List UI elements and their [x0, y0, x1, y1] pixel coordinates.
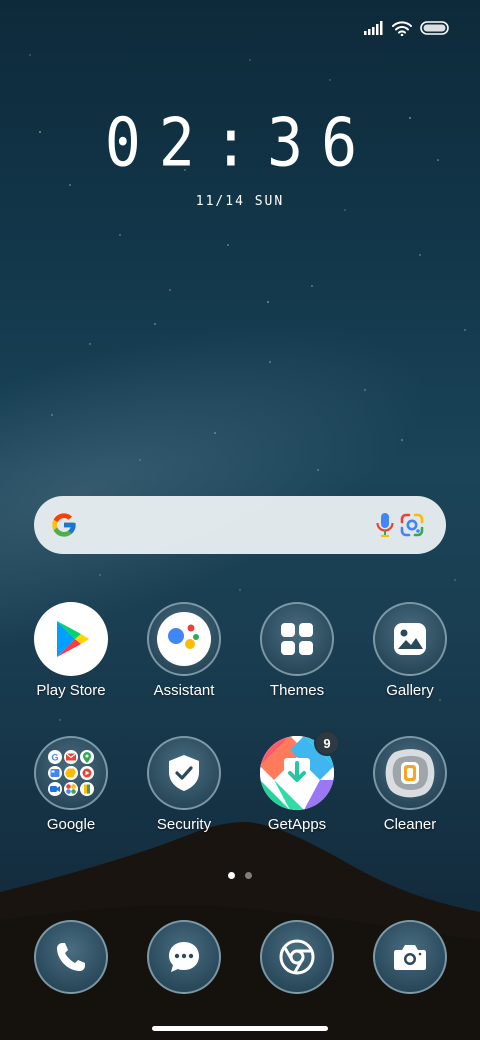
notification-badge: 9 [314, 730, 340, 756]
dock-messages[interactable] [147, 920, 223, 996]
app-assistant[interactable]: Assistant [136, 602, 232, 699]
home-indicator[interactable] [152, 1026, 328, 1031]
message-icon [147, 920, 221, 994]
play-store-icon [34, 602, 108, 676]
dock-chrome[interactable] [260, 920, 336, 996]
svg-text:G: G [51, 753, 58, 763]
google-lens-icon[interactable] [398, 511, 426, 544]
google-g-icon [50, 511, 78, 544]
app-gallery[interactable]: Gallery [362, 602, 458, 699]
page-dot-2[interactable] [245, 872, 252, 879]
chrome-icon [260, 920, 334, 994]
signal-icon [364, 21, 384, 35]
getapps-icon: 9 [260, 730, 340, 810]
wifi-icon [392, 20, 412, 36]
status-bar [364, 14, 450, 42]
assistant-icon [147, 602, 221, 676]
app-themes[interactable]: Themes [249, 602, 345, 699]
camera-icon [373, 920, 447, 994]
google-folder-icon: G [34, 736, 108, 810]
battery-icon [420, 21, 450, 35]
page-dot-1[interactable] [228, 872, 235, 879]
themes-icon [260, 602, 334, 676]
app-play-store[interactable]: Play Store [23, 602, 119, 699]
clock-date[interactable]: 11/14 SUN [0, 194, 480, 209]
app-label: Gallery [386, 682, 434, 699]
app-label: Assistant [153, 682, 215, 699]
phone-icon [34, 920, 108, 994]
app-label: Play Store [36, 682, 106, 699]
app-label: Cleaner [383, 816, 437, 833]
app-security[interactable]: Security [136, 736, 232, 833]
google-search-bar[interactable] [34, 496, 446, 554]
app-label: Security [156, 816, 212, 833]
page-indicator [0, 872, 480, 879]
microphone-icon[interactable] [375, 511, 395, 544]
shield-check-icon [147, 736, 221, 810]
app-label: GetApps [267, 816, 327, 833]
gallery-icon [373, 602, 447, 676]
app-folder-google[interactable]: G Google [23, 736, 119, 833]
app-cleaner[interactable]: Cleaner [362, 736, 458, 833]
clock-time[interactable]: 02:36 [0, 104, 480, 182]
dock-phone[interactable] [34, 920, 110, 996]
dock-camera[interactable] [373, 920, 449, 996]
app-label: Themes [269, 682, 325, 699]
app-getapps[interactable]: 9 GetApps [249, 730, 345, 833]
app-label: Google [46, 816, 96, 833]
cleaner-icon [373, 736, 447, 810]
